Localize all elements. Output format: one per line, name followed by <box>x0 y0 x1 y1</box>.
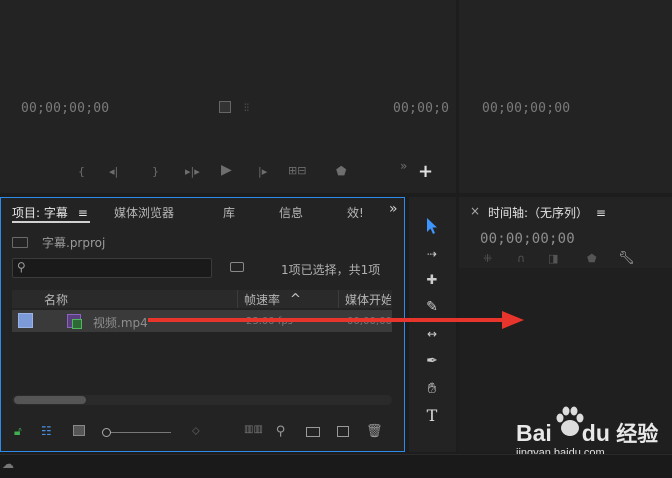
timeline-menu-icon[interactable]: ≡ <box>596 206 606 220</box>
export-frame-icon[interactable] <box>219 101 231 113</box>
timeline-title-label: 时间轴:（无序列） <box>488 206 589 220</box>
program-monitor: 00;00;00;00 <box>459 0 672 193</box>
column-framerate[interactable]: 帧速率 <box>244 291 280 308</box>
status-bar <box>0 454 672 478</box>
clear-trash-icon[interactable]: 🗑︎ <box>366 424 383 439</box>
magnet-icon[interactable]: ∩ <box>517 252 525 265</box>
zoom-slider[interactable] <box>103 432 171 433</box>
zoom-slider-handle[interactable] <box>102 428 111 437</box>
snap-icon[interactable]: ⁜ <box>483 252 492 265</box>
selection-status: 1项已选择，共1项 <box>281 263 381 277</box>
brand-cn: 经验 <box>616 423 659 446</box>
folder-icon <box>12 237 28 248</box>
track-select-tool-icon[interactable]: ⇢ <box>418 242 446 266</box>
column-media-start[interactable]: 媒体开始 <box>345 291 391 308</box>
wrench-icon[interactable]: 🔧︎ <box>618 251 635 266</box>
tab-libraries[interactable]: 库 <box>223 204 235 221</box>
new-search-bin-icon[interactable] <box>230 262 244 272</box>
tab-effects[interactable]: 效! <box>347 204 364 221</box>
selection-tool-icon[interactable] <box>418 214 446 238</box>
project-file-name: 字幕.prproj <box>42 236 106 250</box>
ripple-edit-tool-icon[interactable]: ✚ <box>418 268 446 292</box>
source-monitor: 00;00;00;00 ⫶⫶ 00;00;0 { ◂| } ▸|▸ ▶ |▸ ⊞… <box>0 0 456 193</box>
pen-tool-icon[interactable]: ✒ <box>418 349 446 373</box>
insert-icon[interactable]: ⊞⊟ <box>288 165 306 177</box>
brand-b: du <box>581 420 610 446</box>
active-tab-underline <box>12 221 90 223</box>
icon-view-icon[interactable] <box>73 425 85 436</box>
list-view-icon[interactable]: ☷ <box>41 424 52 438</box>
source-overflow-icon[interactable]: » <box>400 160 407 172</box>
source-timecode[interactable]: 00;00;00;00 <box>21 101 109 116</box>
find-icon[interactable]: ⚲ <box>276 424 286 439</box>
timeline-close-icon[interactable]: × <box>470 204 480 218</box>
type-tool-icon[interactable]: T <box>418 403 446 427</box>
scrollbar-thumb[interactable] <box>14 396 86 404</box>
timeline-title: 时间轴:（无序列） ≡ <box>488 204 606 221</box>
search-icon: ⚲ <box>17 260 26 274</box>
linked-selection-icon[interactable]: ◨ <box>548 252 558 265</box>
baidu-brand: Bai du 经验 <box>516 418 658 448</box>
source-duration-timecode: 00;00;0 <box>393 101 450 116</box>
add-marker-icon[interactable]: ⬟ <box>587 252 597 265</box>
list-header <box>12 290 392 308</box>
label-color-swatch[interactable] <box>18 313 33 328</box>
tab-menu-icon[interactable]: ≡ <box>78 206 88 220</box>
column-name[interactable]: 名称 <box>44 291 68 308</box>
step-forward-icon[interactable]: |▸ <box>258 166 267 178</box>
mark-out-icon[interactable]: } <box>152 166 159 178</box>
audio-waveform-icon[interactable]: ⫶⫶ <box>244 103 249 114</box>
tab-info[interactable]: 信息 <box>279 204 303 221</box>
sort-ascending-icon[interactable]: ^ <box>290 292 301 307</box>
drag-annotation-arrow <box>148 311 524 329</box>
mark-in-icon[interactable]: { <box>78 166 85 178</box>
sort-icons-icon[interactable]: ⬦ <box>192 424 200 438</box>
creative-cloud-icon[interactable]: ☁︎ <box>2 457 14 471</box>
hand-tool-icon[interactable]: ✋︎ <box>418 376 446 400</box>
step-back-icon[interactable]: ◂| <box>109 166 118 178</box>
column-divider <box>338 290 339 308</box>
program-timecode[interactable]: 00;00;00;00 <box>482 101 570 116</box>
timeline-timecode[interactable]: 00;00;00;00 <box>480 231 575 247</box>
tab-media-browser[interactable]: 媒体浏览器 <box>114 204 174 221</box>
search-input[interactable] <box>12 258 212 278</box>
tab-project[interactable]: 项目: 字幕 ≡ <box>12 204 88 221</box>
panel-overflow-icon[interactable]: » <box>389 201 398 217</box>
tab-project-label: 项目: 字幕 <box>12 206 68 220</box>
brand-a: Bai <box>516 420 552 446</box>
go-to-in-icon[interactable]: ▸|▸ <box>185 166 200 178</box>
new-bin-icon[interactable] <box>306 427 320 437</box>
automate-sequence-icon[interactable]: ▥▥ <box>244 424 263 435</box>
new-item-icon[interactable] <box>337 426 349 437</box>
audio-clip-badge-icon <box>72 319 82 329</box>
play-icon[interactable]: ▶ <box>221 163 232 177</box>
column-divider <box>237 290 238 308</box>
add-button-icon[interactable]: + <box>418 163 433 181</box>
marker-icon[interactable]: ⬟ <box>336 165 346 177</box>
lock-icon[interactable]: 🔓︎ <box>14 424 22 439</box>
